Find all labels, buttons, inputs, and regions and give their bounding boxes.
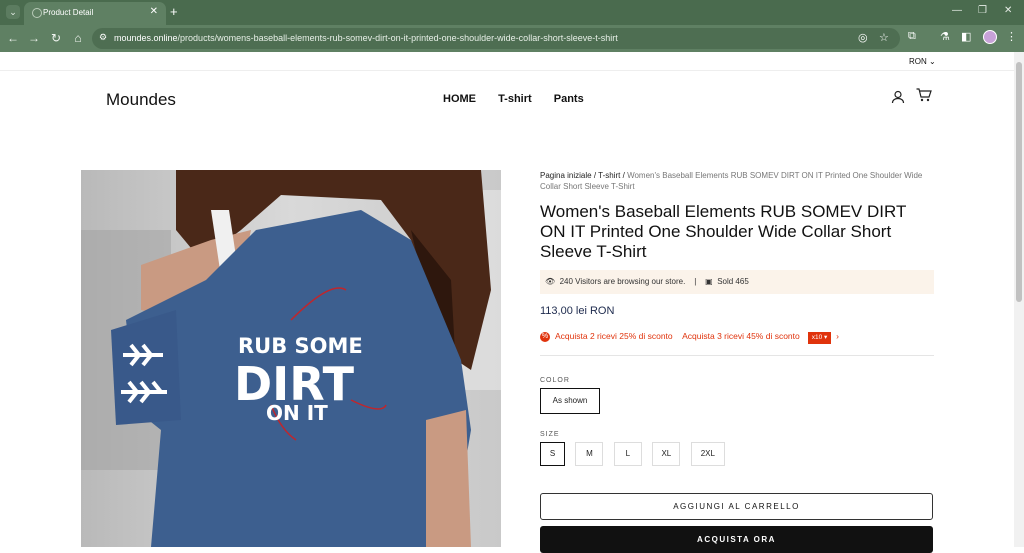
favicon-icon: [32, 8, 42, 18]
sidebar-icon[interactable]: ◧: [961, 30, 971, 43]
bag-icon: ▣: [705, 277, 713, 286]
size-option-m[interactable]: M: [575, 442, 604, 466]
visitors-banner: 👁 240 Visitors are browsing our store. |…: [540, 270, 934, 294]
percent-icon: %: [540, 331, 550, 342]
minimize-icon[interactable]: —: [952, 5, 962, 16]
site-logo[interactable]: Moundes: [106, 90, 176, 110]
divider: [540, 355, 934, 356]
main-nav: HOME T-shirt Pants: [443, 93, 603, 105]
browser-tab[interactable]: Product Detail ✕: [24, 2, 166, 25]
forward-icon[interactable]: →: [26, 31, 42, 45]
promo-1: Acquista 2 ricevi 25% di sconto: [555, 331, 673, 341]
eye-icon: 👁: [545, 277, 556, 286]
home-icon[interactable]: ⌂: [70, 31, 86, 45]
promo-tag: x10 ▾: [807, 332, 832, 344]
currency-selector[interactable]: RON ⌄: [909, 57, 936, 66]
tab-list-icon[interactable]: ⌄: [6, 5, 20, 19]
restore-icon[interactable]: ❐: [978, 5, 987, 16]
url-text[interactable]: moundes.online/products/womens-baseball-…: [114, 33, 618, 43]
profile-avatar[interactable]: [983, 30, 997, 44]
nav-tshirt[interactable]: T-shirt: [498, 93, 532, 105]
size-option-xl[interactable]: XL: [652, 442, 681, 466]
tab-title: Product Detail: [43, 8, 94, 17]
scrollbar-thumb[interactable]: [1016, 62, 1022, 302]
size-label: SIZE: [540, 431, 560, 438]
user-icon[interactable]: [891, 90, 905, 107]
reload-icon[interactable]: ↻: [48, 31, 64, 45]
add-to-cart-button[interactable]: AGGIUNGI AL CARRELLO: [540, 493, 933, 520]
menu-icon[interactable]: ⋮: [1006, 30, 1017, 43]
page-scrollbar[interactable]: [1014, 52, 1024, 547]
flask-icon[interactable]: ⚗: [940, 30, 950, 43]
nav-home[interactable]: HOME: [443, 93, 476, 105]
size-options: S M L XL 2XL: [540, 442, 934, 466]
close-icon[interactable]: ✕: [150, 6, 158, 17]
color-label: COLOR: [540, 377, 570, 384]
product-price: 113,00 lei RON: [540, 305, 615, 317]
site-settings-icon[interactable]: ⚙: [99, 32, 107, 43]
web-page: RON ⌄ Moundes HOME T-shirt Pants RUB SOM…: [0, 52, 1014, 553]
extensions-icon[interactable]: ⧉: [908, 30, 916, 43]
address-bar[interactable]: ⚙ moundes.online/products/womens-basebal…: [92, 28, 900, 49]
promo-2: Acquista 3 ricevi 45% di sconto: [682, 331, 800, 341]
product-info: Pagina iniziale / T-shirt / Women's Base…: [540, 170, 934, 553]
breadcrumb-category[interactable]: T-shirt: [598, 171, 620, 180]
product-image[interactable]: RUB SOME DIRT ON IT: [81, 170, 501, 547]
eye-off-icon[interactable]: ◎: [858, 31, 868, 44]
cart-icon[interactable]: [916, 88, 932, 106]
back-icon[interactable]: ←: [5, 31, 21, 45]
star-icon[interactable]: ☆: [879, 31, 889, 44]
plus-icon[interactable]: +: [170, 4, 178, 19]
size-option-2xl[interactable]: 2XL: [690, 442, 725, 466]
color-option-as-shown[interactable]: As shown: [540, 388, 600, 414]
shirt-print-line1: RUB SOME: [238, 334, 363, 358]
size-option-s[interactable]: S: [540, 442, 565, 466]
browser-tab-strip: ⌄ Product Detail ✕ + — ❐ ✕: [0, 0, 1024, 25]
promo-bar[interactable]: % Acquista 2 ricevi 25% di sconto Acquist…: [540, 329, 934, 344]
breadcrumb-home[interactable]: Pagina iniziale: [540, 171, 592, 180]
size-option-l[interactable]: L: [613, 442, 642, 466]
close-window-icon[interactable]: ✕: [1004, 5, 1012, 16]
sold-text: Sold 465: [717, 277, 749, 286]
nav-pants[interactable]: Pants: [554, 93, 584, 105]
breadcrumb: Pagina iniziale / T-shirt / Women's Base…: [540, 171, 923, 191]
visitors-text: 240 Visitors are browsing our store.: [559, 277, 686, 286]
shirt-print-line3: ON IT: [266, 401, 328, 425]
chevron-right-icon[interactable]: ›: [836, 331, 839, 341]
divider: [0, 70, 1014, 71]
buy-now-button[interactable]: ACQUISTA ORA: [540, 526, 933, 553]
product-title: Women's Baseball Elements RUB SOMEV DIRT…: [540, 202, 907, 261]
browser-toolbar: ← → ↻ ⌂ ⚙ moundes.online/products/womens…: [0, 25, 1024, 52]
